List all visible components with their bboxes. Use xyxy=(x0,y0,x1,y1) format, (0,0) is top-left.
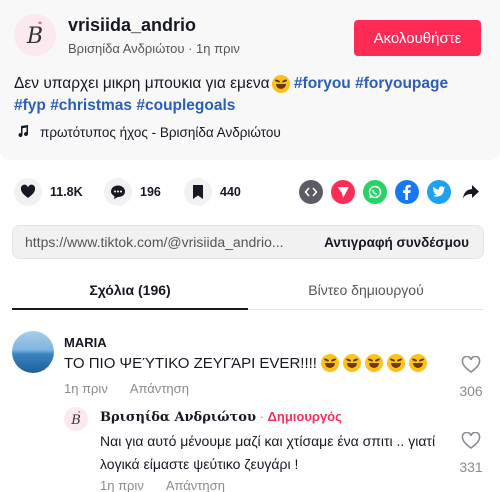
svg-text:B: B xyxy=(26,24,43,49)
comment-like[interactable]: 306 xyxy=(456,355,486,399)
post-info-card: B vrisiida_andrio Βρισηίδα Ανδριώτου · 1… xyxy=(0,0,500,160)
like-count: 11.8K xyxy=(50,185,83,199)
author-username[interactable]: vrisiida_andrio xyxy=(68,15,196,36)
description-text: Δεν υπαρχει μικρη μπουκια για εμενα xyxy=(14,75,270,92)
reply-author-line: Βρισηίδα Ανδριώτου · Δημιουργός xyxy=(100,409,342,425)
comment-action[interactable]: 196 xyxy=(104,178,161,206)
reply-time: 1η πριν xyxy=(100,478,144,492)
comment-meta: 1η πριν Απάντηση xyxy=(64,381,189,396)
action-bar: 11.8K 196 440 xyxy=(14,178,484,206)
comment-reply-button[interactable]: Απάντηση xyxy=(130,381,189,396)
follow-button[interactable]: Ακολουθήστε xyxy=(354,20,481,56)
creator-badge: Δημιουργός xyxy=(267,409,342,424)
comment-text-content: ΤΟ ΠΙΟ ΨΕΎΤΙΚΟ ΖΕΥΓΆΡΙ EVER!!!! xyxy=(64,354,317,372)
save-count: 440 xyxy=(220,185,241,199)
hashtag-fyp[interactable]: #fyp xyxy=(14,97,46,114)
reply-avatar[interactable]: B xyxy=(64,407,88,431)
hashtag-christmas[interactable]: #christmas xyxy=(50,97,132,114)
whatsapp-icon[interactable] xyxy=(363,180,387,204)
copy-link-button[interactable]: Αντιγραφή συνδέσμου xyxy=(324,235,483,250)
rofl-emoji-icon xyxy=(342,354,361,372)
post-time: 1η πριν xyxy=(196,41,240,56)
comment-bubble-icon[interactable] xyxy=(104,178,132,206)
facebook-icon[interactable] xyxy=(395,180,419,204)
commenter-username[interactable]: MARIA xyxy=(64,335,107,350)
comment-time: 1η πριν xyxy=(64,381,108,396)
twitter-icon[interactable] xyxy=(427,180,451,204)
comment-text: ΤΟ ΠΙΟ ΨΕΎΤΙΚΟ ΖΕΥΓΆΡΙ EVER!!!! xyxy=(64,354,427,372)
comment-tabs: Σχόλια (196) Βίντεο δημιουργού xyxy=(12,272,484,310)
author-avatar[interactable]: B xyxy=(14,14,56,56)
copy-link-box: https://www.tiktok.com/@vrisiida_andrio.… xyxy=(12,225,484,259)
video-url[interactable]: https://www.tiktok.com/@vrisiida_andrio.… xyxy=(13,234,313,250)
bookmark-icon[interactable] xyxy=(184,178,212,206)
tab-comments[interactable]: Σχόλια (196) xyxy=(12,282,248,298)
hashtag-couplegoals[interactable]: #couplegoals xyxy=(136,97,235,114)
commenter-avatar[interactable] xyxy=(12,331,54,373)
active-tab-indicator xyxy=(12,308,248,310)
heart-outline-icon[interactable] xyxy=(461,355,481,379)
heart-outline-icon[interactable] xyxy=(461,431,481,455)
reply-like[interactable]: 331 xyxy=(456,431,486,475)
music-link[interactable]: πρωτότυπος ήχος - Βρισηίδα Ανδριώτου xyxy=(16,124,281,141)
like-action[interactable]: 11.8K xyxy=(14,178,83,206)
music-note-icon xyxy=(16,124,30,141)
tab-creator-videos[interactable]: Βίντεο δημιουργού xyxy=(248,282,484,298)
reply-like-count: 331 xyxy=(459,459,483,475)
rofl-emoji-icon xyxy=(364,354,383,372)
share-arrow-icon[interactable] xyxy=(459,180,483,204)
rofl-emoji-icon xyxy=(320,354,339,372)
laughing-emoji-icon xyxy=(271,74,290,93)
rofl-emoji-icon xyxy=(386,354,405,372)
author-display-name[interactable]: Βρισηίδα Ανδριώτου xyxy=(68,41,184,56)
hashtag-foryoupage[interactable]: #foryoupage xyxy=(355,75,448,92)
send-icon[interactable] xyxy=(331,180,355,204)
comment-count: 196 xyxy=(140,185,161,199)
heart-icon[interactable] xyxy=(14,178,42,206)
hashtag-foryou[interactable]: #foryou xyxy=(294,75,351,92)
save-action[interactable]: 440 xyxy=(184,178,241,206)
svg-text:B: B xyxy=(70,413,81,428)
reply-reply-button[interactable]: Απάντηση xyxy=(166,478,225,492)
author-subline: Βρισηίδα Ανδριώτου · 1η πριν xyxy=(68,41,240,56)
post-description: Δεν υπαρχει μικρη μπουκια για εμενα #for… xyxy=(14,73,484,117)
rofl-emoji-icon xyxy=(408,354,427,372)
music-label: πρωτότυπος ήχος - Βρισηίδα Ανδριώτου xyxy=(40,125,281,140)
reply-meta: 1η πριν Απάντηση xyxy=(100,478,225,492)
comment-like-count: 306 xyxy=(459,383,483,399)
reply-separator: · xyxy=(255,409,268,424)
reply-username[interactable]: Βρισηίδα Ανδριώτου xyxy=(100,410,256,425)
embed-icon[interactable] xyxy=(299,180,323,204)
reply-text: Ναι για αυτό μένουμε μαζί και χτίσαμε έν… xyxy=(100,433,436,472)
